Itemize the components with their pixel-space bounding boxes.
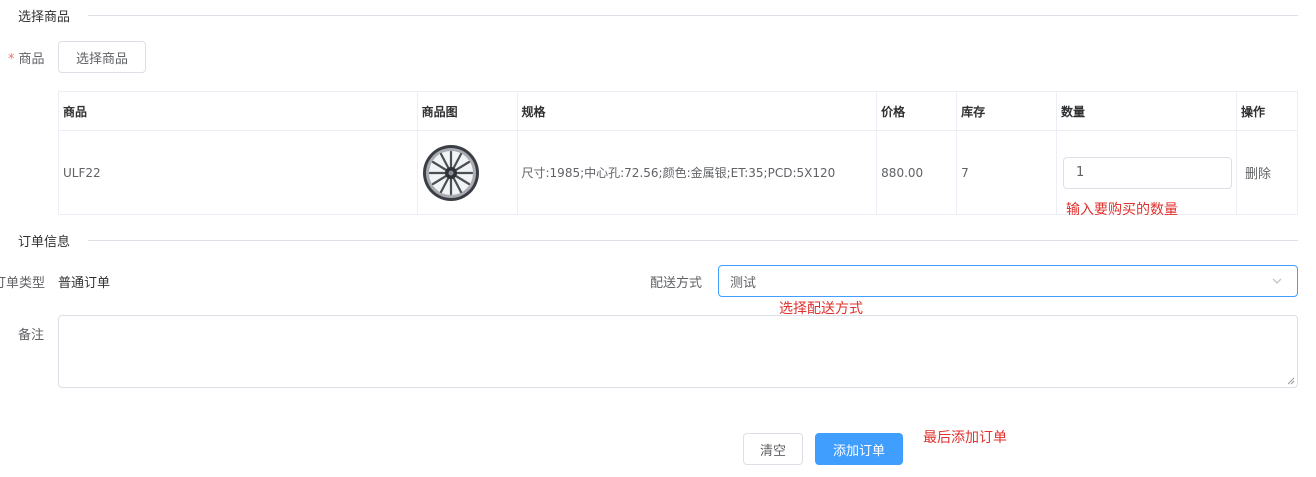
col-header-action: 操作	[1236, 91, 1298, 131]
remark-label: 备注	[18, 328, 45, 343]
delivery-method-value: 测试	[730, 275, 757, 291]
product-field-label: * 商品	[8, 52, 45, 67]
wheel-image	[422, 144, 479, 201]
order-type-value: 普通订单	[58, 276, 111, 291]
col-header-price: 价格	[876, 91, 958, 131]
cell-product-image	[417, 130, 518, 215]
section-title-product: 选择商品	[18, 9, 71, 25]
divider-line	[88, 239, 1298, 241]
col-header-product: 商品	[58, 91, 418, 131]
cell-spec: 尺寸:1985;中心孔:72.56;颜色:金属银;ET:35;PCD:5X120	[517, 130, 878, 215]
add-order-button[interactable]: 添加订单	[815, 433, 903, 465]
delete-link[interactable]: 删除	[1241, 167, 1271, 182]
annotation-quantity: 输入要购买的数量	[1066, 202, 1178, 218]
order-type-label: 订单类型	[0, 276, 46, 291]
col-header-quantity: 数量	[1056, 91, 1237, 131]
clear-button[interactable]: 清空	[743, 433, 803, 465]
select-product-button[interactable]: 选择商品	[58, 41, 146, 73]
cell-product-name: ULF22	[58, 130, 418, 215]
resize-grip-icon	[1287, 377, 1295, 385]
delivery-method-label: 配送方式	[650, 276, 703, 291]
quantity-input[interactable]: 1	[1063, 156, 1232, 189]
divider-line	[88, 14, 1298, 16]
section-divider-product: 选择商品	[0, 5, 1298, 25]
order-form-page: 选择商品 * 商品 选择商品 商品 商品图 规格 价格 库存 数量 操作 ULF…	[0, 0, 1316, 477]
section-divider-order: 订单信息	[0, 230, 1298, 250]
required-asterisk: *	[8, 52, 15, 67]
section-title-order: 订单信息	[18, 234, 71, 250]
cell-stock: 7	[956, 130, 1057, 215]
product-table: 商品 商品图 规格 价格 库存 数量 操作 ULF22 尺寸:1985;中心孔:…	[58, 91, 1298, 215]
remark-textarea[interactable]	[58, 315, 1298, 388]
col-header-spec: 规格	[517, 91, 878, 131]
table-header-row: 商品 商品图 规格 价格 库存 数量 操作	[58, 91, 1298, 131]
chevron-down-icon	[1272, 278, 1282, 284]
col-header-stock: 库存	[956, 91, 1057, 131]
cell-price: 880.00	[876, 130, 958, 215]
delivery-method-select[interactable]: 测试	[718, 265, 1298, 297]
annotation-submit: 最后添加订单	[923, 430, 1007, 446]
col-header-image: 商品图	[417, 91, 518, 131]
cell-action: 删除	[1236, 131, 1297, 215]
